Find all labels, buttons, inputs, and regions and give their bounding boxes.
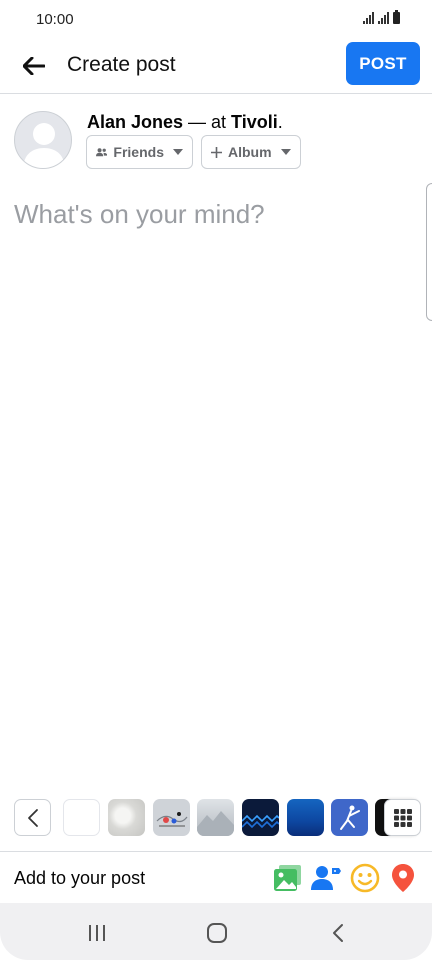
background-option-dancer[interactable] — [331, 799, 368, 836]
audience-selector[interactable]: Friends — [86, 135, 193, 169]
album-label: Album — [228, 144, 272, 160]
author-name[interactable]: Alan Jones — [87, 112, 183, 132]
more-backgrounds-button[interactable] — [384, 799, 421, 836]
system-nav-bar — [0, 903, 432, 960]
add-to-post-label: Add to your post — [14, 868, 146, 888]
background-option-blue-waves[interactable] — [242, 799, 279, 836]
side-panel-handle[interactable] — [426, 183, 432, 321]
back-button[interactable] — [18, 50, 50, 82]
avatar — [14, 111, 72, 169]
place-name[interactable]: Tivoli — [231, 112, 278, 132]
photo-icon[interactable] — [272, 862, 304, 894]
add-to-post-bar[interactable]: Add to your post — [0, 851, 432, 903]
status-bar: 10:00 — [0, 0, 432, 40]
header: Create post POST — [0, 40, 432, 94]
illustration-thumbnail — [156, 812, 188, 827]
signal-icon-2 — [378, 12, 389, 24]
background-option-mountain[interactable] — [197, 799, 234, 836]
waves-thumbnail — [242, 814, 279, 829]
album-selector[interactable]: Album — [201, 135, 301, 169]
location-icon[interactable] — [387, 862, 419, 894]
background-option-white[interactable] — [63, 799, 100, 836]
caret-down-icon — [280, 149, 291, 155]
status-icons — [363, 10, 400, 24]
signal-icon — [363, 12, 374, 24]
audience-label: Friends — [113, 144, 164, 160]
page-title: Create post — [67, 53, 176, 76]
default-avatar-icon — [23, 123, 65, 168]
chevron-left-icon — [333, 924, 343, 942]
background-option-illustration[interactable] — [153, 799, 190, 836]
tag-people-icon[interactable] — [310, 862, 342, 894]
dancer-thumbnail — [340, 805, 360, 830]
author-line: Alan Jones — at Tivoli. — [87, 112, 283, 133]
status-time: 10:00 — [36, 11, 74, 28]
background-tray — [0, 799, 432, 839]
arrow-left-icon — [23, 57, 45, 75]
plus-icon — [211, 146, 222, 158]
home-button[interactable] — [197, 919, 237, 947]
grid-icon — [393, 808, 412, 827]
friends-icon — [96, 148, 108, 157]
location-connector: — at — [183, 112, 232, 132]
background-option-ocean[interactable] — [287, 799, 324, 836]
recent-apps-icon — [89, 925, 105, 941]
caret-down-icon — [173, 149, 183, 155]
mountain-thumbnail — [197, 811, 234, 836]
recent-apps-button[interactable] — [77, 919, 117, 947]
chevron-left-icon — [27, 808, 38, 827]
post-button[interactable]: POST — [346, 42, 420, 85]
author-line-period: . — [277, 112, 283, 132]
back-nav-button[interactable] — [318, 919, 358, 947]
home-icon — [207, 923, 227, 943]
battery-icon — [393, 10, 400, 24]
feeling-icon[interactable] — [349, 862, 381, 894]
background-option-cotton[interactable] — [108, 799, 145, 836]
collapse-tray-button[interactable] — [14, 799, 51, 836]
post-text-input[interactable] — [14, 194, 414, 234]
